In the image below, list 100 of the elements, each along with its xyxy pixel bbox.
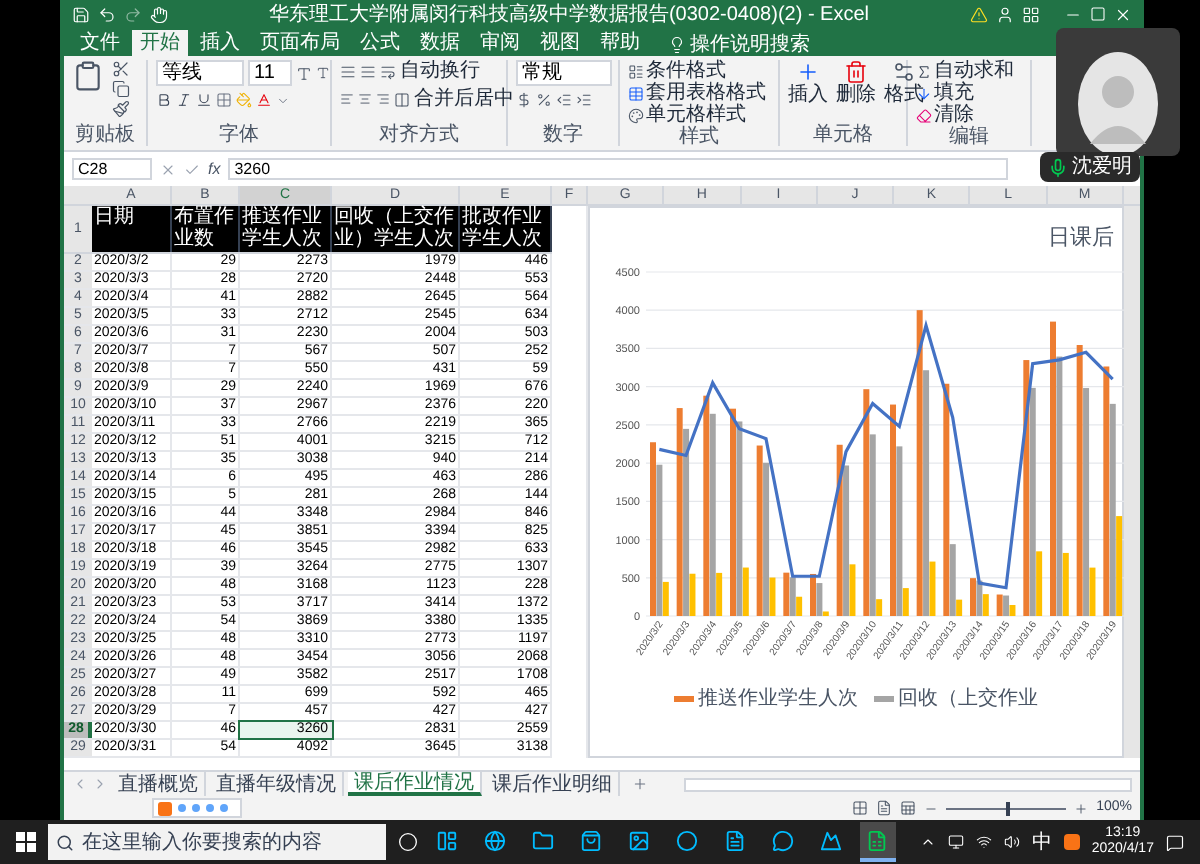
network-icon[interactable]	[975, 834, 992, 850]
horizontal-scrollbar[interactable]	[684, 777, 1132, 791]
input-method-indicator[interactable]: 中	[1031, 831, 1052, 853]
page-break-icon[interactable]	[900, 800, 917, 816]
autosum-button[interactable]: 自动求和	[934, 60, 1014, 82]
formula-input[interactable]: 3260	[228, 158, 1008, 180]
percent-icon[interactable]	[536, 92, 552, 108]
wrap-text-icon[interactable]	[380, 63, 396, 79]
border-icon[interactable]	[216, 92, 232, 108]
chart-area[interactable]	[588, 206, 1124, 758]
window-title: 华东理工大学附属闵行科技高级中学数据报告(0302-0408)(2) - Excel	[266, 3, 872, 25]
restore-icon[interactable]	[1090, 6, 1106, 22]
taskbar-app[interactable]	[859, 822, 896, 862]
ribbon-tab[interactable]: 帮助	[592, 30, 648, 56]
cell-styles-icon[interactable]	[628, 107, 644, 123]
cancel-icon[interactable]	[160, 161, 176, 177]
merge-center-button[interactable]: 合并后居中	[414, 88, 514, 110]
vertical-scrollbar[interactable]	[1124, 206, 1140, 758]
align-top-icon[interactable]	[340, 63, 356, 79]
ribbon-tab[interactable]: 审阅	[472, 30, 528, 56]
insert-function-button[interactable]: fx	[208, 159, 221, 179]
notifications-icon[interactable]	[1165, 833, 1184, 851]
ribbon-tab[interactable]: 页面布局	[252, 30, 348, 56]
conditional-format-icon[interactable]	[628, 63, 644, 79]
insert-cells-icon[interactable]	[796, 60, 820, 84]
delete-cells-icon[interactable]	[844, 60, 868, 84]
taskbar-search-field[interactable]: 在这里输入你要搜索的内容	[47, 824, 386, 860]
number-format-field[interactable]: 常规	[516, 60, 612, 86]
merge-icon[interactable]	[394, 91, 410, 107]
delete-button[interactable]: 删除	[836, 84, 876, 106]
font-color-icon[interactable]	[256, 92, 272, 108]
page-layout-icon[interactable]	[876, 800, 893, 816]
clear-button[interactable]: 清除	[934, 104, 974, 126]
normal-view-icon[interactable]	[852, 800, 869, 816]
legend-label: 回收（上交作业	[898, 688, 1038, 710]
zoom-thumb[interactable]	[1006, 801, 1011, 815]
font-size-field[interactable]: 11	[248, 60, 292, 86]
italic-icon[interactable]	[176, 92, 192, 108]
undo-icon[interactable]	[98, 5, 116, 23]
column-title: 布置作业数	[172, 206, 240, 252]
insert-button[interactable]: 插入	[788, 84, 828, 106]
folder-icon	[532, 829, 555, 851]
ribbon-group-label: 字体	[217, 124, 261, 146]
clear-icon[interactable]	[916, 107, 932, 123]
copy-icon[interactable]	[112, 80, 130, 98]
cut-icon[interactable]	[112, 60, 130, 78]
cell-styles-button[interactable]: 单元格样式	[646, 104, 746, 126]
ribbon-tab[interactable]: 开始	[132, 30, 188, 56]
ribbon-group-label: 编辑	[947, 126, 991, 148]
chat-bubble-icon	[771, 829, 794, 851]
column-title: 推送作业学生人次	[240, 206, 332, 252]
fill-color-icon[interactable]	[236, 92, 252, 108]
name-box[interactable]: C28	[72, 158, 152, 180]
touch-mode-icon[interactable]	[150, 5, 168, 23]
conditional-format-button[interactable]: 条件格式	[646, 60, 726, 82]
close-icon[interactable]	[1114, 5, 1132, 23]
account-icon[interactable]	[996, 5, 1014, 23]
ime-toolbar-drawing[interactable]	[152, 798, 242, 818]
format-painter-icon[interactable]	[112, 100, 130, 118]
shopping-bag-icon	[580, 829, 603, 851]
paste-icon[interactable]	[72, 60, 104, 92]
microphone-icon	[1048, 157, 1068, 177]
align-middle-icon[interactable]	[360, 63, 376, 79]
ribbon-group-label: 对齐方式	[377, 124, 461, 146]
windows-logo-icon[interactable]	[16, 832, 36, 852]
globe-icon	[484, 829, 507, 851]
tray-overflow-icon[interactable]	[919, 834, 936, 850]
display-icon[interactable]	[947, 834, 964, 850]
table-icon[interactable]	[628, 85, 644, 101]
format-button[interactable]: 格式	[884, 84, 924, 106]
sheet-tab[interactable]: 课后作业情况	[348, 772, 482, 796]
ribbon-tab[interactable]: 视图	[532, 30, 588, 56]
format-cells-icon[interactable]	[892, 60, 916, 84]
wrap-text-button[interactable]: 自动换行	[400, 60, 480, 82]
save-icon[interactable]	[72, 5, 90, 23]
format-as-table-button[interactable]: 套用表格格式	[646, 82, 766, 104]
bold-icon[interactable]	[156, 92, 172, 108]
chart-title: 日课后	[1048, 224, 1114, 252]
ribbon-group-label: 剪贴板	[73, 124, 137, 146]
underline-icon[interactable]	[196, 92, 212, 108]
column-title: 批改作业学生人次	[460, 206, 552, 252]
volume-icon[interactable]	[1003, 834, 1020, 850]
autosum-icon[interactable]	[916, 63, 932, 79]
fill-button[interactable]: 填充	[934, 82, 974, 104]
ribbon-tab[interactable]: 数据	[412, 30, 468, 56]
legend-label: 推送作业学生人次	[698, 688, 858, 710]
ribbon-tab[interactable]: 插入	[192, 30, 248, 56]
tell-me-search[interactable]: 操作说明搜索	[690, 34, 810, 56]
warning-icon[interactable]	[970, 5, 988, 23]
dropdown-icon[interactable]	[276, 93, 290, 107]
font-name-field[interactable]: 等线	[156, 60, 244, 86]
task-view-icon	[436, 829, 459, 851]
currency-icon[interactable]	[516, 92, 532, 108]
image-icon	[627, 829, 650, 851]
ribbon-tab[interactable]: 文件	[72, 30, 128, 56]
cortana-icon[interactable]	[397, 832, 418, 852]
ribbon-display-icon[interactable]	[1022, 5, 1040, 23]
sogou-logo-icon[interactable]	[1063, 834, 1080, 850]
ribbon-tab[interactable]: 公式	[352, 30, 408, 56]
spreadsheet-icon	[866, 829, 889, 851]
